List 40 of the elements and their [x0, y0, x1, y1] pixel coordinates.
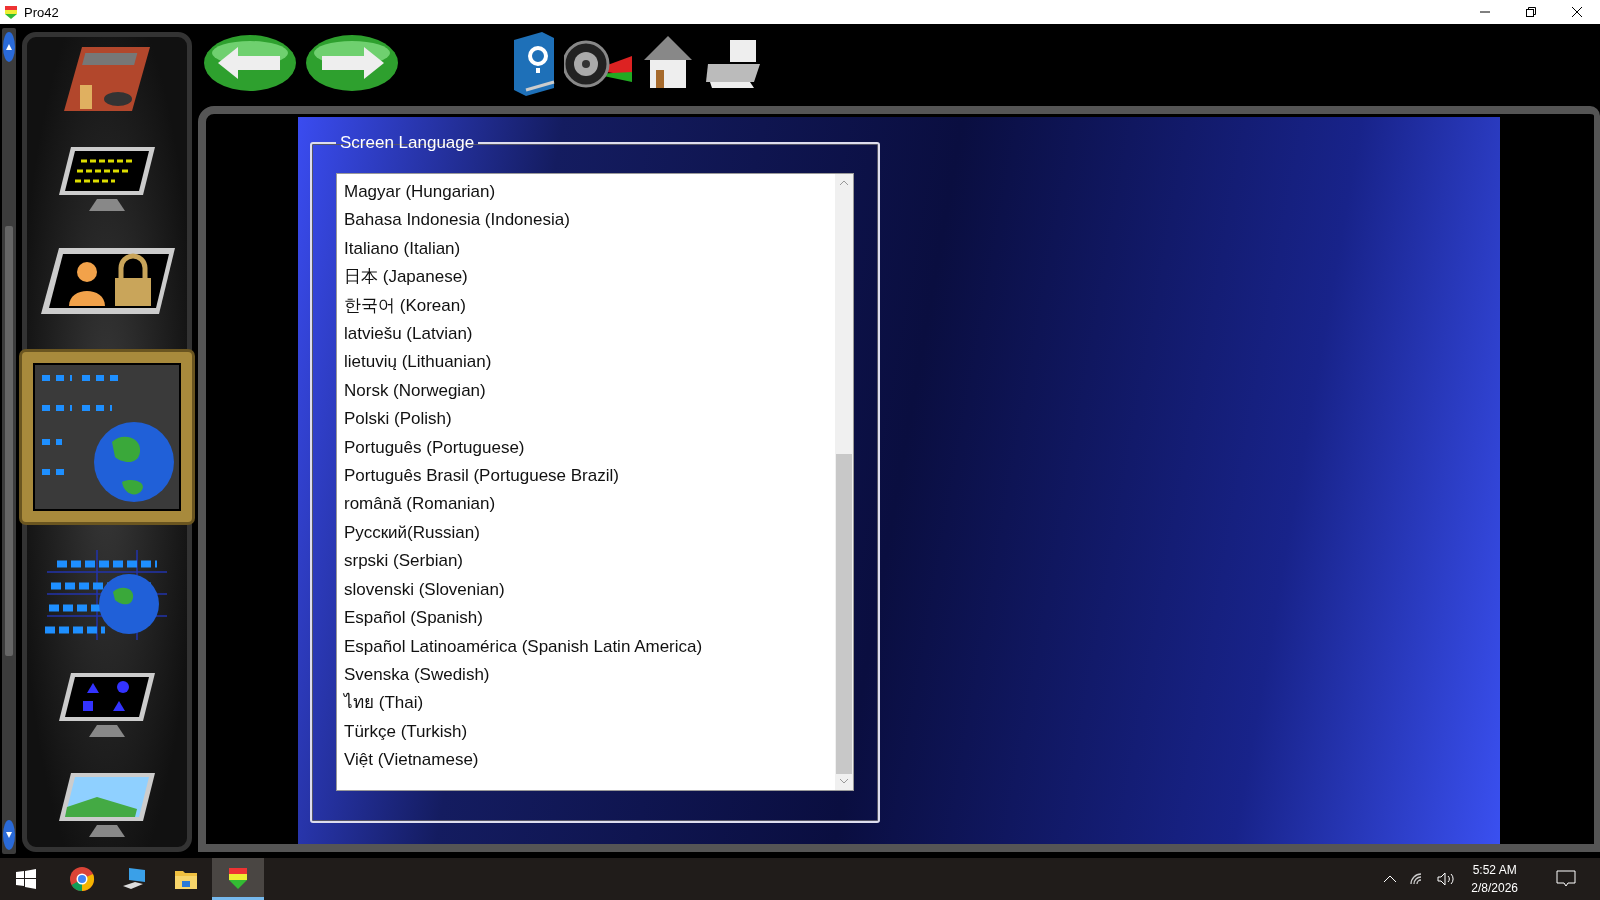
language-option[interactable]: Русский(Russian): [344, 518, 835, 548]
browser-icon: [69, 866, 95, 892]
language-option[interactable]: Polski (Polish): [344, 405, 835, 434]
language-option[interactable]: Português (Portuguese): [344, 433, 835, 463]
language-option[interactable]: română (Romanian): [344, 490, 835, 519]
notification-icon[interactable]: [1556, 870, 1576, 888]
language-option[interactable]: Español (Spanish): [344, 604, 835, 633]
language-option[interactable]: Italiano (Italian): [344, 234, 835, 264]
language-option[interactable]: Español Latinoamérica (Spanish Latin America): [344, 632, 835, 661]
language-option[interactable]: lietuvių (Lithuanian): [344, 348, 835, 377]
language-listbox[interactable]: [336, 173, 854, 791]
windows-start-icon[interactable]: [16, 869, 36, 889]
chevron-up-icon[interactable]: [1383, 875, 1398, 883]
language-option[interactable]: 日本 (Japanese): [344, 263, 835, 292]
language-option[interactable]: 한국어 (Korean): [344, 291, 835, 321]
sidebar-scrollbar[interactable]: [2, 28, 16, 854]
language-option[interactable]: srpski (Serbian): [344, 547, 835, 576]
app-logo-icon: [3, 4, 19, 20]
clock-date[interactable]: 2/8/2026: [1471, 879, 1518, 897]
window-title: Pro42: [24, 4, 59, 20]
restore-icon[interactable]: [1526, 7, 1536, 17]
language-option[interactable]: Magyar (Hungarian): [344, 178, 835, 207]
group-title: Screen Language: [339, 133, 476, 153]
language-option[interactable]: slovenski (Slovenian): [344, 575, 835, 605]
sidebar-item[interactable]: [22, 352, 192, 522]
computer-icon: [121, 866, 147, 892]
volume-icon[interactable]: [1437, 872, 1456, 886]
close-icon[interactable]: [1572, 7, 1582, 17]
language-option[interactable]: Türkçe (Turkish): [344, 717, 835, 747]
language-option[interactable]: ไทย (Thai): [344, 689, 835, 718]
language-option[interactable]: Norsk (Norwegian): [344, 376, 835, 406]
taskbar-app[interactable]: [212, 858, 264, 900]
scroll-up-icon[interactable]: [3, 32, 15, 62]
language-option[interactable]: Việt (Vietnamese): [344, 746, 835, 775]
scroll-down-icon[interactable]: [3, 820, 15, 850]
language-option[interactable]: Svenska (Swedish): [344, 660, 835, 690]
language-option[interactable]: Bahasa Indonesia (Indonesia): [344, 206, 835, 235]
clock-time[interactable]: 5:52 AM: [1472, 861, 1517, 879]
language-option[interactable]: Português Brasil (Portuguese Brazil): [344, 462, 835, 491]
language-option[interactable]: latviešu (Latvian): [344, 320, 835, 349]
